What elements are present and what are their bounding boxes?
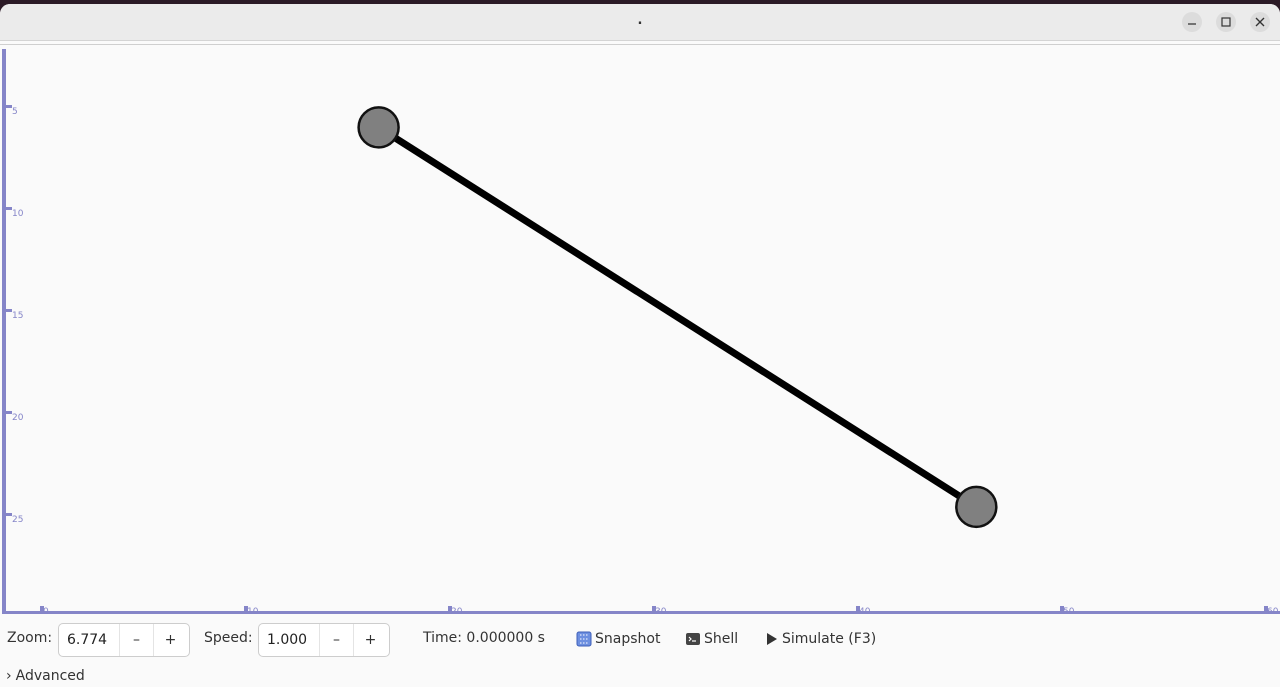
maximize-icon [1221, 17, 1231, 27]
bottom-toolbar: Zoom: – + Speed: – + Time: 0.000000 s Sn… [0, 614, 1280, 664]
simulate-label: Simulate (F3) [782, 631, 877, 647]
chevron-right-icon: › [6, 668, 12, 684]
window-title: . [637, 13, 643, 28]
speed-label: Speed: [204, 630, 253, 646]
y-tick-label: 25 [12, 515, 23, 525]
node-circle [357, 106, 400, 149]
link-line [376, 124, 979, 510]
simulation-canvas[interactable]: 5 10 15 20 25 0 10 20 30 40 50 60 [0, 44, 1280, 615]
play-icon [767, 633, 777, 645]
app-window: . 5101520250102030405060 Zoom: – + Speed… [0, 4, 1280, 687]
terminal-icon [686, 633, 700, 645]
y-tick-label: 5 [12, 107, 18, 117]
vertical-ruler [2, 49, 6, 615]
node-circle [955, 485, 998, 529]
snapshot-icon [576, 631, 592, 647]
zoom-increment-button[interactable]: + [153, 624, 187, 656]
titlebar: . [0, 4, 1280, 41]
y-tick-label: 10 [12, 209, 24, 219]
snapshot-button[interactable]: Snapshot [576, 631, 660, 647]
time-readout: Time: 0.000000 s [423, 630, 545, 646]
snapshot-label: Snapshot [595, 631, 661, 647]
y-tick-label: 20 [12, 413, 24, 423]
speed-spinbox[interactable]: – + [258, 623, 390, 657]
maximize-button[interactable] [1216, 12, 1236, 32]
simulate-button[interactable]: Simulate (F3) [765, 631, 876, 647]
minimize-button[interactable] [1182, 12, 1202, 32]
close-icon [1255, 17, 1265, 27]
zoom-decrement-button[interactable]: – [119, 624, 153, 656]
advanced-expander[interactable]: › Advanced [6, 668, 85, 684]
zoom-input[interactable] [59, 624, 119, 656]
scene-svg[interactable]: 5101520250 10 20 30 40 50 60 [0, 45, 1280, 615]
minimize-icon [1188, 23, 1196, 25]
shell-button[interactable]: Shell [685, 631, 738, 647]
zoom-spinbox[interactable]: – + [58, 623, 190, 657]
shell-label: Shell [704, 631, 739, 647]
speed-increment-button[interactable]: + [353, 624, 387, 656]
y-tick-label: 15 [12, 311, 23, 321]
speed-decrement-button[interactable]: – [319, 624, 353, 656]
speed-input[interactable] [259, 624, 319, 656]
close-button[interactable] [1250, 12, 1270, 32]
advanced-label: Advanced [15, 668, 85, 684]
zoom-label: Zoom: [7, 630, 53, 646]
